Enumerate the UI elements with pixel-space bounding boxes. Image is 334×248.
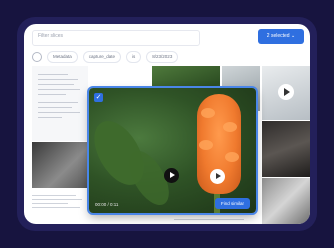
- filter-chip-operator[interactable]: is: [126, 51, 142, 63]
- selected-dropdown-button[interactable]: 2 selected ⌄: [258, 29, 304, 44]
- video-timestamp: 00:00 / 0:11: [95, 202, 119, 207]
- filter-chip-value[interactable]: 8/23/2023: [146, 51, 179, 63]
- image-thumbnail[interactable]: [262, 178, 310, 224]
- device-background: Filter slices 2 selected ⌄ Metadata capt…: [0, 0, 334, 248]
- filter-chip-field[interactable]: Metadata: [47, 51, 78, 63]
- play-icon[interactable]: [210, 169, 225, 184]
- petal-shape: [223, 122, 237, 132]
- video-thumbnail[interactable]: [262, 66, 310, 120]
- caption-lines: [32, 192, 86, 211]
- check-icon[interactable]: ✓: [94, 93, 103, 102]
- play-icon[interactable]: [278, 84, 294, 100]
- image-thumbnail[interactable]: [262, 121, 310, 177]
- play-icon[interactable]: [164, 168, 179, 183]
- app-screen: Filter slices 2 selected ⌄ Metadata capt…: [24, 24, 310, 224]
- caption-lines: [174, 216, 254, 223]
- filter-icon[interactable]: [32, 52, 42, 62]
- filter-chip-key[interactable]: capture_date: [82, 51, 122, 63]
- video-preview-popover[interactable]: ✓ 00:00 / 0:11 Find similar: [89, 88, 256, 213]
- chevron-down-icon: ⌄: [290, 33, 296, 39]
- search-placeholder: Filter slices: [38, 33, 64, 39]
- filter-bar: Metadata capture_date is 8/23/2023: [32, 51, 179, 63]
- document-thumbnail[interactable]: [32, 66, 88, 141]
- find-similar-button[interactable]: Find similar: [214, 198, 250, 209]
- image-thumbnail[interactable]: [32, 142, 88, 188]
- petal-shape: [199, 140, 213, 150]
- search-input[interactable]: Filter slices: [32, 30, 200, 46]
- selected-label: 2 selected: [266, 33, 290, 39]
- find-similar-label: Find similar: [220, 201, 244, 206]
- petal-shape: [225, 152, 239, 162]
- petal-shape: [201, 108, 215, 118]
